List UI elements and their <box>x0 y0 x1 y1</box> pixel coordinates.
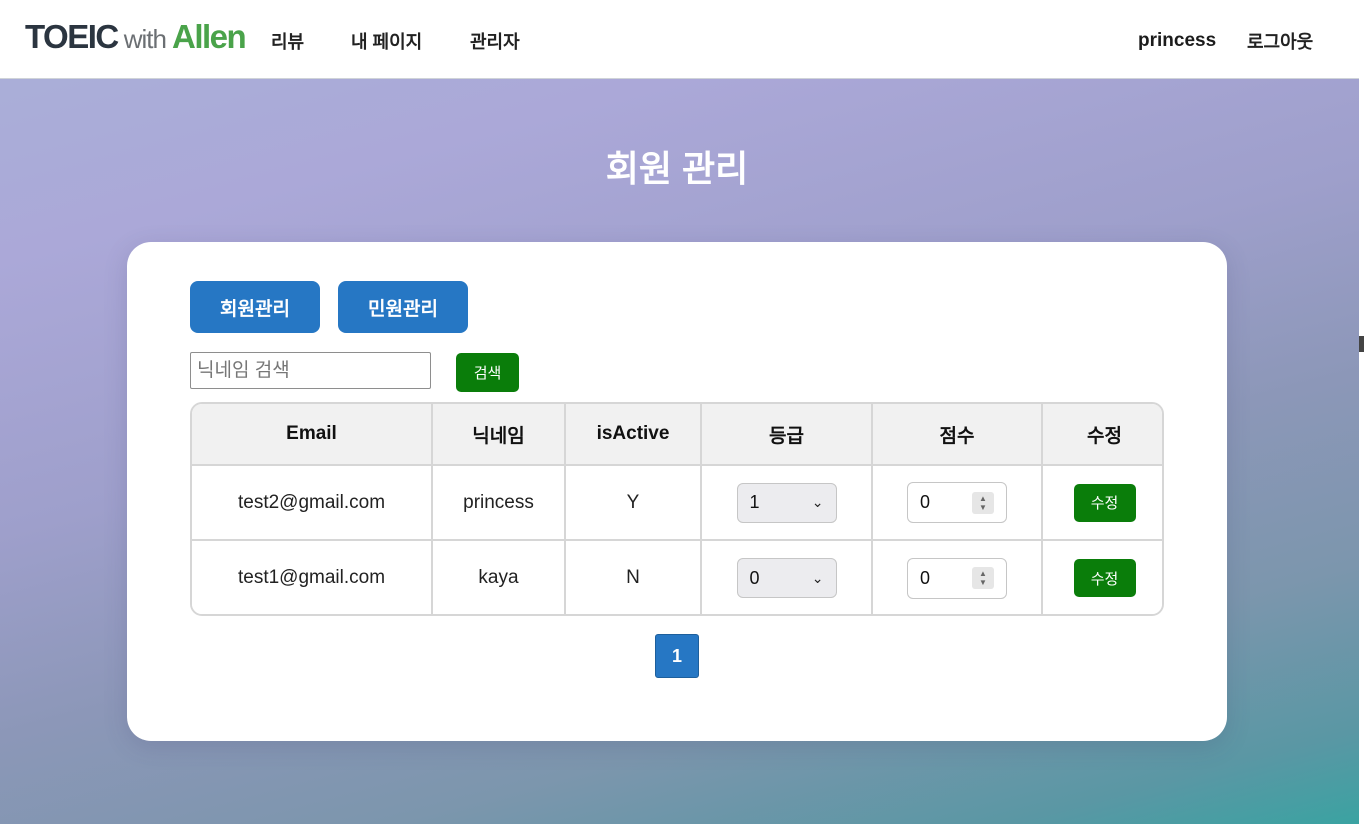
cell-edit: 수정 <box>1041 539 1162 614</box>
header-nickname: 닉네임 <box>431 404 566 466</box>
cell-email: test2@gmail.com <box>192 464 433 541</box>
cell-email: test1@gmail.com <box>192 539 433 614</box>
spinner-icon[interactable]: ▲ ▼ <box>972 567 994 589</box>
logo-text-toeic: TOEIC <box>25 18 119 55</box>
nav-username: princess <box>1138 30 1217 51</box>
cell-edit: 수정 <box>1041 464 1162 541</box>
header-edit: 수정 <box>1041 404 1162 466</box>
header-isactive: isActive <box>564 404 702 466</box>
cell-nickname: princess <box>431 464 566 541</box>
navbar: TOEIC with Allen 리뷰 내 페이지 관리자 princess 로… <box>0 0 1359 79</box>
header-email: Email <box>192 404 433 466</box>
score-value: 0 <box>920 567 931 588</box>
chevron-down-icon: ⌄ <box>811 569 824 586</box>
cell-nickname: kaya <box>431 539 566 614</box>
score-input[interactable]: 0 ▲ ▼ <box>907 482 1007 523</box>
cell-active: Y <box>564 464 702 541</box>
edit-button[interactable]: 수정 <box>1073 559 1136 597</box>
table-header-row: Email 닉네임 isActive 등급 점수 수정 <box>192 404 1162 466</box>
table-row: test2@gmail.com princess Y 1 ⌄ 0 ▲ ▼ 수정 <box>192 464 1162 541</box>
nav-mypage-link[interactable]: 내 페이지 <box>351 28 422 54</box>
site-logo[interactable]: TOEIC with Allen <box>25 18 247 56</box>
window-edge <box>1359 0 1364 824</box>
grade-select[interactable]: 1 ⌄ <box>736 482 837 523</box>
grade-select[interactable]: 0 ⌄ <box>736 558 837 598</box>
nickname-search-input[interactable] <box>190 352 431 389</box>
scrollbar-mark <box>1359 336 1364 352</box>
score-value: 0 <box>920 492 931 512</box>
logo-text-allen: Allen <box>172 18 247 55</box>
spinner-icon[interactable]: ▲ ▼ <box>972 491 994 514</box>
pagination-page-1[interactable]: 1 <box>655 634 699 678</box>
score-input[interactable]: 0 ▲ ▼ <box>907 557 1007 599</box>
nav-admin-link[interactable]: 관리자 <box>470 28 520 54</box>
tab-complaint-management[interactable]: 민원관리 <box>338 281 468 333</box>
admin-panel: 회원관리 민원관리 검색 Email 닉네임 isActive 등급 점수 수정… <box>127 242 1227 741</box>
table-row: test1@gmail.com kaya N 0 ⌄ 0 ▲ ▼ 수정 <box>192 539 1162 614</box>
edit-button[interactable]: 수정 <box>1073 483 1136 522</box>
page-title: 회원 관리 <box>605 148 749 189</box>
grade-value: 1 <box>749 492 760 512</box>
cell-grade: 1 ⌄ <box>700 464 873 541</box>
cell-score: 0 ▲ ▼ <box>871 464 1043 541</box>
tab-member-management[interactable]: 회원관리 <box>190 281 320 333</box>
members-table: Email 닉네임 isActive 등급 점수 수정 test2@gmail.… <box>190 402 1164 616</box>
cell-active: N <box>564 539 702 614</box>
nav-review-link[interactable]: 리뷰 <box>271 28 304 54</box>
header-score: 점수 <box>871 404 1043 466</box>
search-button[interactable]: 검색 <box>456 353 519 392</box>
header-grade: 등급 <box>700 404 873 466</box>
chevron-down-icon: ⌄ <box>811 494 824 510</box>
cell-grade: 0 ⌄ <box>700 539 873 614</box>
cell-score: 0 ▲ ▼ <box>871 539 1043 614</box>
grade-value: 0 <box>749 567 760 588</box>
logo-text-with: with <box>123 24 167 54</box>
logout-link[interactable]: 로그아웃 <box>1247 28 1313 54</box>
